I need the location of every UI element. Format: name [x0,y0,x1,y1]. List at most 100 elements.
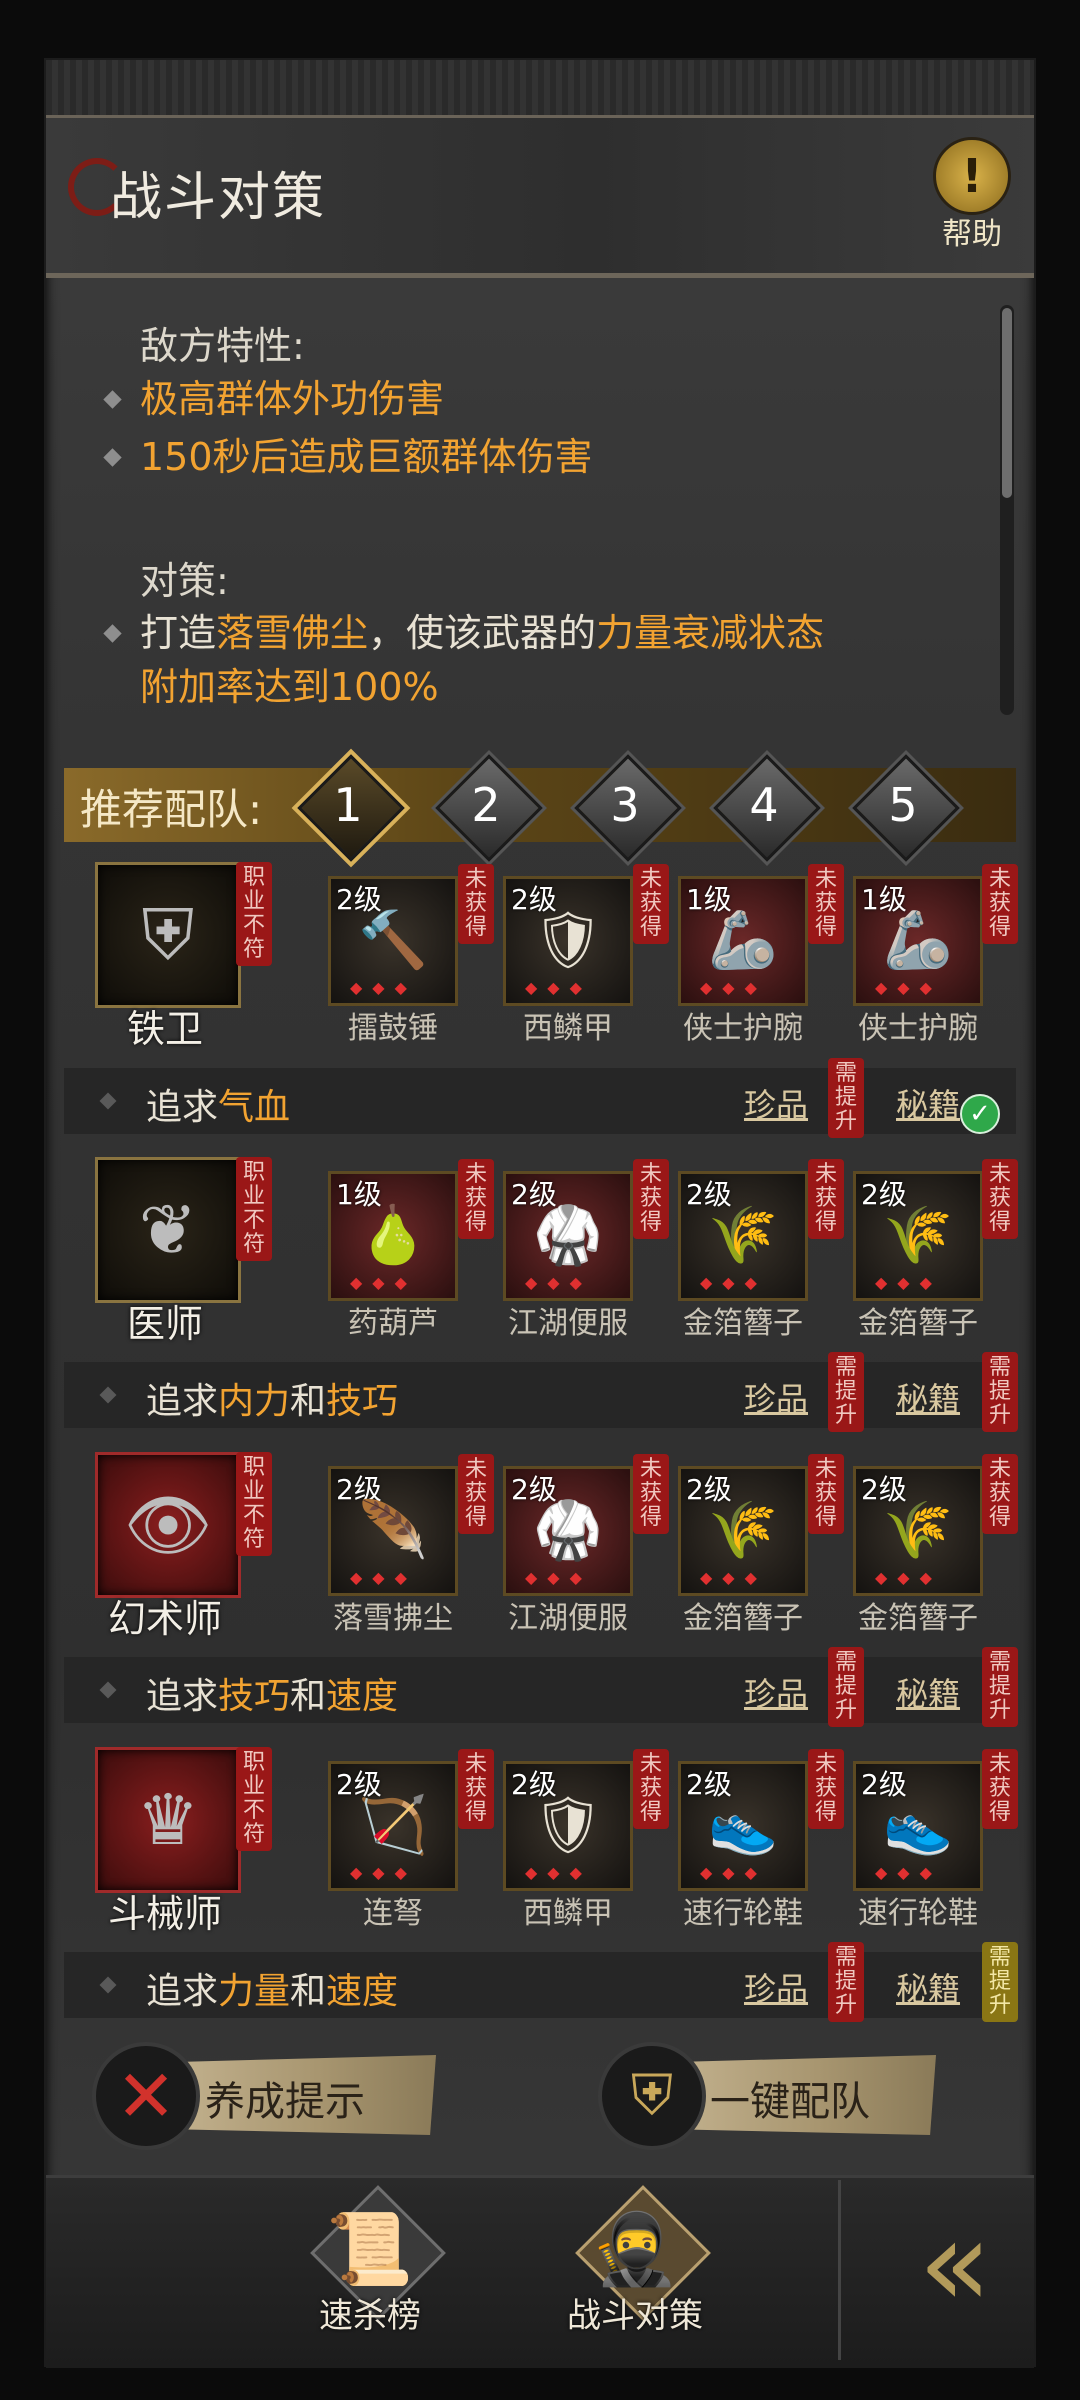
bullet-icon [99,1092,117,1110]
tab-number: 2 [471,778,501,832]
nav-battle-strategy[interactable]: 🥷 战斗对策 [550,2180,720,2350]
pursue-and: 和 [290,1676,327,1717]
gem-icons: ◆◆◆ [350,978,417,997]
equipment-slot[interactable]: 1级 🍐 ◆◆◆ [328,1171,458,1301]
not-obtained-tag: 未获得 [633,1159,669,1239]
equipment-slot[interactable]: 2级 🌾 ◆◆◆ [678,1171,808,1301]
strategy-weapon: 落雪佛尘 [216,611,369,655]
item-name: 速行轮鞋 [683,1896,803,1931]
team-tab-3[interactable]: 3 [570,750,682,862]
need-upgrade-tag: 需提升 [982,1352,1018,1432]
team-tab-1[interactable]: 1 [293,750,405,862]
bracer-icon: 🦾 [708,908,778,973]
equipment-slot[interactable]: 2级 👟 ◆◆◆ [678,1761,808,1891]
equipment-slot[interactable]: 1级 🦾 ◆◆◆ [853,876,983,1006]
manual-link[interactable]: 秘籍 [896,1080,960,1126]
gem-icons: ◆◆◆ [700,978,767,997]
gem-icons: ◆◆◆ [350,1568,417,1587]
scrollbar-thumb[interactable] [1002,308,1012,498]
item-name: 西鳞甲 [523,1896,613,1931]
item-name: 金箔簪子 [858,1306,978,1341]
gourd-icon: 🍐 [358,1203,428,1268]
class-name: 幻术师 [107,1597,222,1641]
panel-top-border [46,60,1034,118]
pursue-stat: 内力 [218,1381,291,1422]
not-obtained-tag: 未获得 [808,1749,844,1829]
bullet-icon [99,1681,117,1699]
gem-icons: ◆◆◆ [525,978,592,997]
equipment-slot[interactable]: 2级 🥋 ◆◆◆ [503,1171,633,1301]
gem-icons: ◆◆◆ [700,1273,767,1292]
crossbow-icon: 🏹 [358,1793,428,1858]
item-name: 金箔簪子 [683,1601,803,1636]
shield-sword-icon[interactable]: ⛨ [598,2042,706,2150]
not-obtained-tag: 未获得 [982,1749,1018,1829]
treasure-link[interactable]: 珍品 [744,1374,808,1420]
treasure-link[interactable]: 珍品 [744,1669,808,1715]
team-tab-4[interactable]: 4 [709,750,821,862]
equipment-slot[interactable]: 2级 🥋 ◆◆◆ [503,1466,633,1596]
class-icon[interactable]: ♛ [95,1747,241,1893]
pursue-text: 追求气血 [146,1078,290,1130]
treasure-link[interactable]: 珍品 [744,1964,808,2010]
pursue-and: 和 [290,1971,327,2012]
gem-icons: ◆◆◆ [875,1863,942,1882]
class-icon[interactable]: 👁 [95,1452,241,1598]
manual-link[interactable]: 秘籍 [896,1669,960,1715]
button-label: 一键配队 [710,2079,870,2125]
class-name: 斗械师 [107,1892,222,1936]
nav-label: 战斗对策 [567,2296,703,2336]
equipment-slot[interactable]: 2级 🌾 ◆◆◆ [678,1466,808,1596]
item-name: 药葫芦 [348,1306,438,1341]
equipment-slot[interactable]: 1级 🦾 ◆◆◆ [678,876,808,1006]
equipment-slot[interactable]: 2级 🌾 ◆◆◆ [853,1171,983,1301]
item-name: 连弩 [363,1896,423,1931]
nav-speed-rank[interactable]: 📜 速杀榜 [285,2180,455,2350]
class-icon[interactable]: ❦ [95,1157,241,1303]
equipment-slot[interactable]: 2级 🪶 ◆◆◆ [328,1466,458,1596]
item-name: 江湖便服 [508,1306,628,1341]
item-name: 速行轮鞋 [858,1896,978,1931]
need-upgrade-tag: 需提升 [828,1647,864,1727]
need-upgrade-tag: 需提升 [982,1647,1018,1727]
help-button[interactable]: ! 帮助 [922,137,1022,252]
item-name: 金箔簪子 [683,1306,803,1341]
not-obtained-tag: 未获得 [633,864,669,944]
equipment-slot[interactable]: 2级 🔨 ◆◆◆ [328,876,458,1006]
bullet-icon [99,1386,117,1404]
equipment-slot[interactable]: 2级 🛡 ◆◆◆ [503,876,633,1006]
recommend-label: 推荐配队: [80,785,263,834]
equipment-slot[interactable]: 2级 🛡 ◆◆◆ [503,1761,633,1891]
hairpin-icon: 🌾 [708,1203,778,1268]
class-icon[interactable]: ⛨ [95,862,241,1008]
not-obtained-tag: 未获得 [982,1454,1018,1534]
gem-icons: ◆◆◆ [525,1568,592,1587]
gem-icons: ◆◆◆ [700,1568,767,1587]
equipment-slot[interactable]: 2级 🌾 ◆◆◆ [853,1466,983,1596]
shield-glyph: ⛨ [631,2063,673,2128]
equipment-slot[interactable]: 2级 👟 ◆◆◆ [853,1761,983,1891]
manual-link[interactable]: 秘籍 [896,1374,960,1420]
scroll-icon: 📜 [326,2208,414,2290]
need-upgrade-tag: 需提升 [982,1942,1018,2022]
close-x-icon[interactable]: ✕ [92,2042,200,2150]
tab-number: 3 [610,778,640,832]
team-tab-5[interactable]: 5 [848,750,960,862]
gem-icons: ◆◆◆ [875,1273,942,1292]
gem-icons: ◆◆◆ [350,1273,417,1292]
nav-divider [838,2180,841,2360]
pursue-row: 追求内力和技巧 珍品 秘籍 [64,1362,1016,1428]
manual-link[interactable]: 秘籍 [896,1964,960,2010]
item-name: 落雪拂尘 [333,1601,453,1636]
tab-number: 4 [749,778,779,832]
gem-icons: ◆◆◆ [525,1863,592,1882]
strategy-status: 力量衰减状态 [596,611,825,655]
collapse-chevron-icon[interactable]: « [870,2200,1010,2330]
treasure-link[interactable]: 珍品 [744,1080,808,1126]
equipment-slot[interactable]: 2级 🏹 ◆◆◆ [328,1761,458,1891]
scale-armor-icon: 🛡 [532,1793,604,1858]
gear-emblem-icon: ♛ [136,1779,200,1861]
shield-emblem-icon: ⛨ [141,893,195,976]
gem-icons: ◆◆◆ [350,1863,417,1882]
team-tab-2[interactable]: 2 [431,750,543,862]
